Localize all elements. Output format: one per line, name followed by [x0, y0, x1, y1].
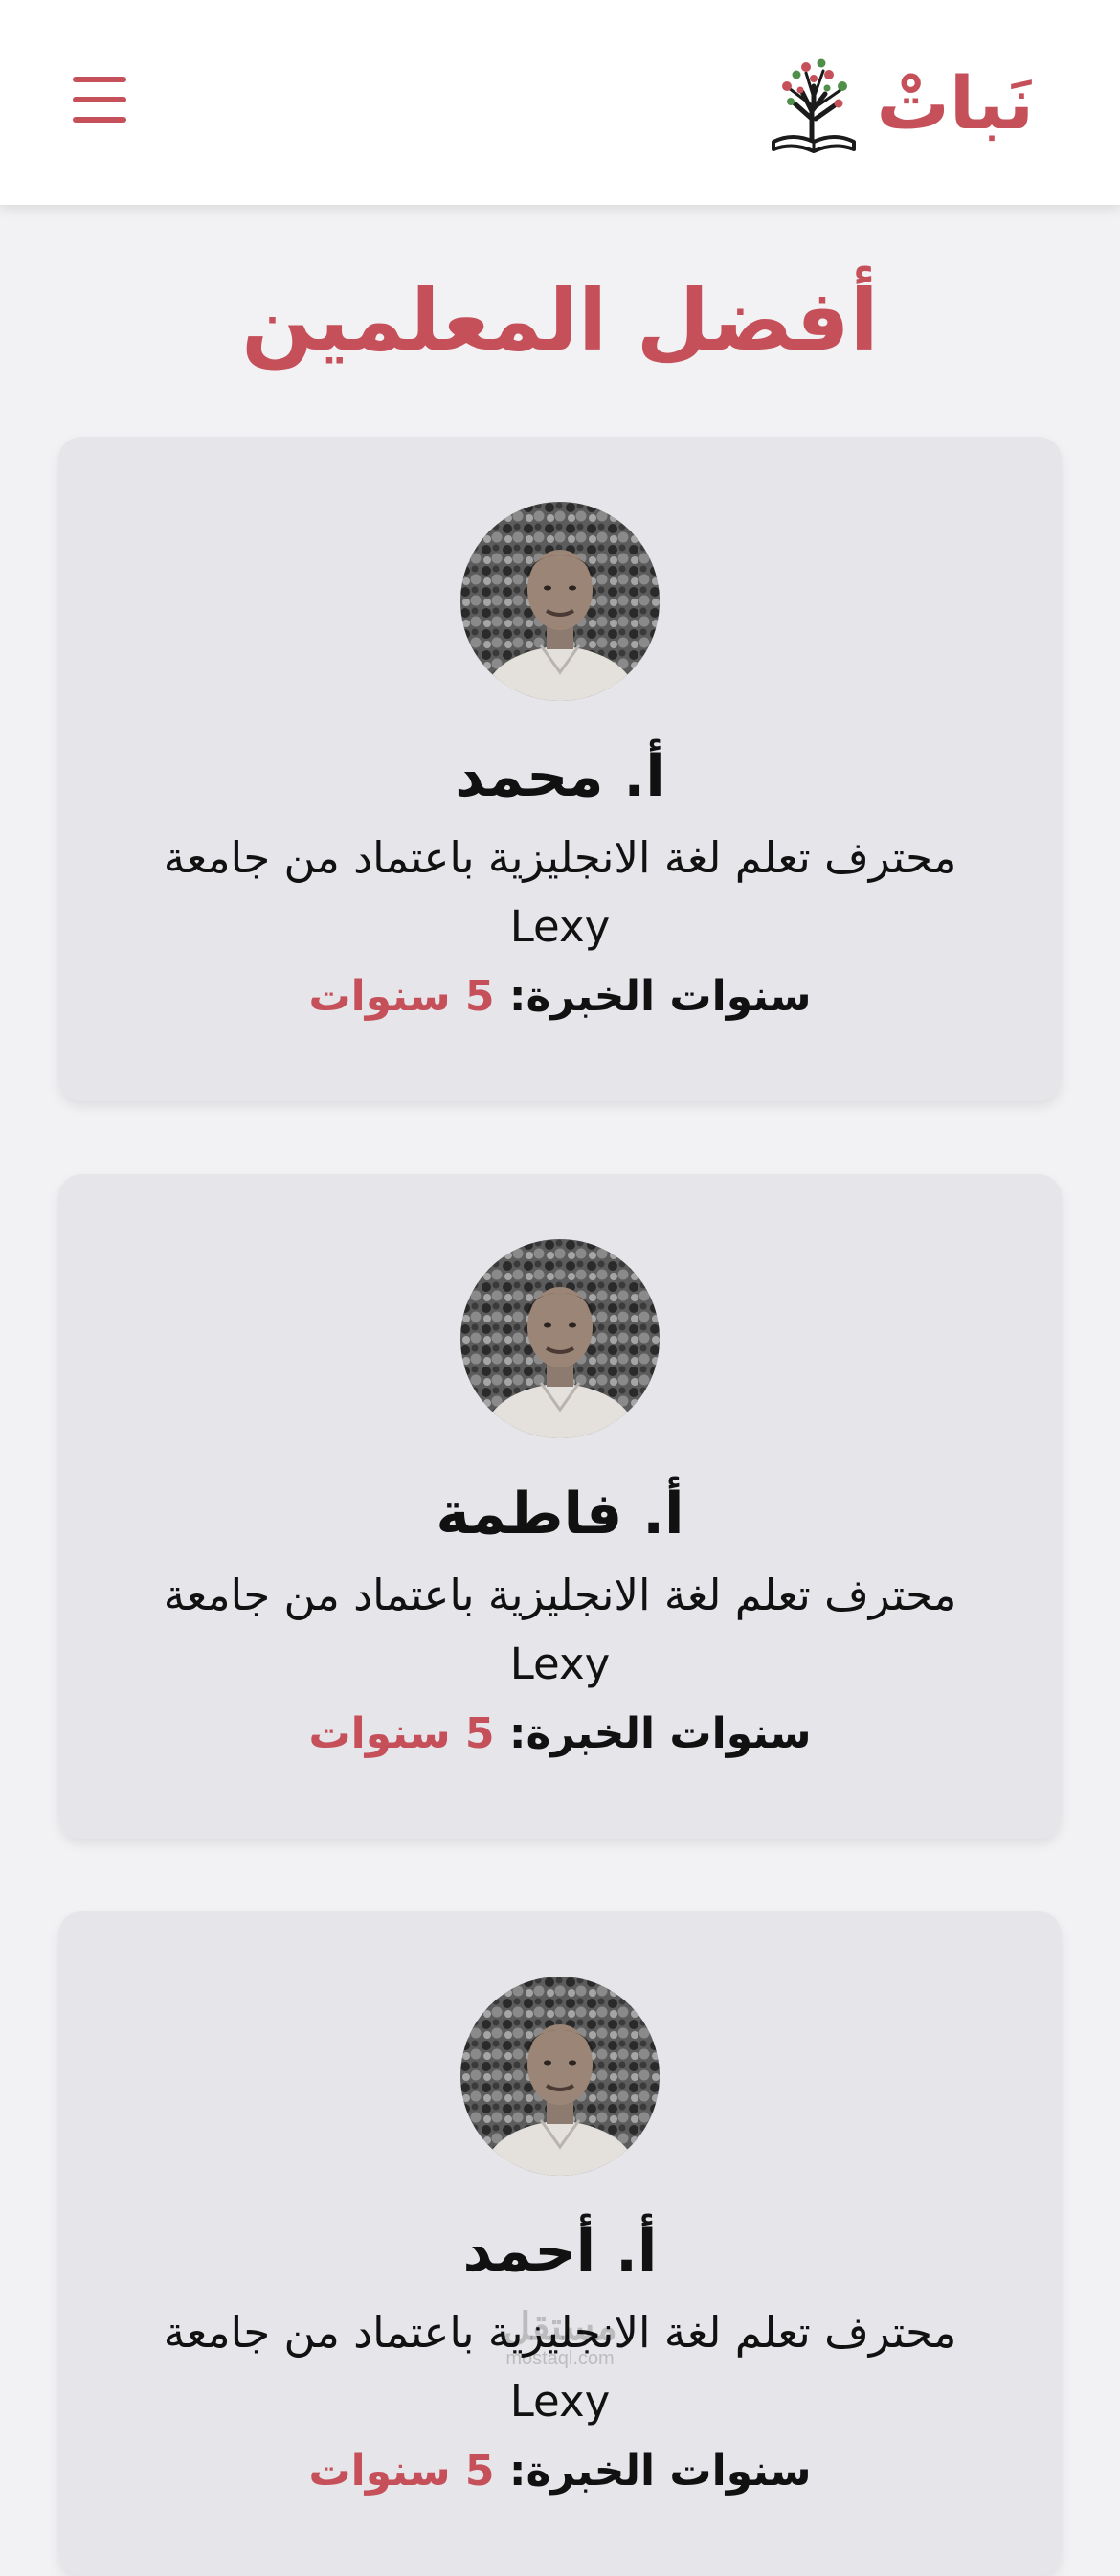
- brand-name: نَباتْ: [876, 60, 1034, 146]
- tree-book-icon: [768, 50, 860, 157]
- teacher-experience: سنوات الخبرة: 5 سنوات: [58, 963, 1062, 1030]
- app-header: نَباتْ: [0, 0, 1120, 205]
- experience-label: سنوات الخبرة:: [508, 972, 812, 1021]
- avatar: [460, 1977, 660, 2176]
- teacher-experience: سنوات الخبرة: 5 سنوات: [58, 1701, 1062, 1768]
- teacher-card[interactable]: أ. محمد محترف تعلم لغة الانجليزية باعتما…: [58, 437, 1062, 1101]
- teacher-card[interactable]: أ. أحمد محترف تعلم لغة الانجليزية باعتما…: [58, 1911, 1062, 2576]
- menu-bar: [73, 97, 126, 102]
- experience-value: 5 سنوات: [308, 1709, 495, 1758]
- watermark: مستقل mostaql.com: [450, 2306, 670, 2369]
- page-title: أفضل المعلمين: [241, 271, 879, 370]
- avatar: [460, 1239, 660, 1438]
- teacher-card[interactable]: أ. فاطمة محترف تعلم لغة الانجليزية باعتم…: [58, 1174, 1062, 1839]
- teacher-description: محترف تعلم لغة الانجليزية باعتماد من جام…: [163, 1570, 957, 1689]
- teacher-name: أ. فاطمة: [436, 1480, 684, 1548]
- experience-label: سنوات الخبرة:: [508, 2447, 812, 2496]
- experience-label: سنوات الخبرة:: [508, 1709, 812, 1758]
- avatar: [460, 502, 660, 701]
- experience-value: 5 سنوات: [308, 2447, 495, 2496]
- teacher-experience: سنوات الخبرة: 5 سنوات: [58, 2438, 1062, 2505]
- menu-bar: [73, 77, 126, 82]
- menu-bar: [73, 117, 126, 123]
- teacher-description: محترف تعلم لغة الانجليزية باعتماد من جام…: [163, 832, 957, 952]
- watermark-latin: mostaql.com: [505, 2348, 615, 2369]
- brand[interactable]: نَباتْ: [768, 50, 1034, 157]
- watermark-arabic: مستقل: [503, 2306, 617, 2348]
- experience-value: 5 سنوات: [308, 972, 495, 1021]
- teacher-name: أ. محمد: [455, 743, 665, 810]
- teacher-name: أ. أحمد: [462, 2218, 658, 2285]
- hamburger-menu-icon[interactable]: [69, 69, 130, 130]
